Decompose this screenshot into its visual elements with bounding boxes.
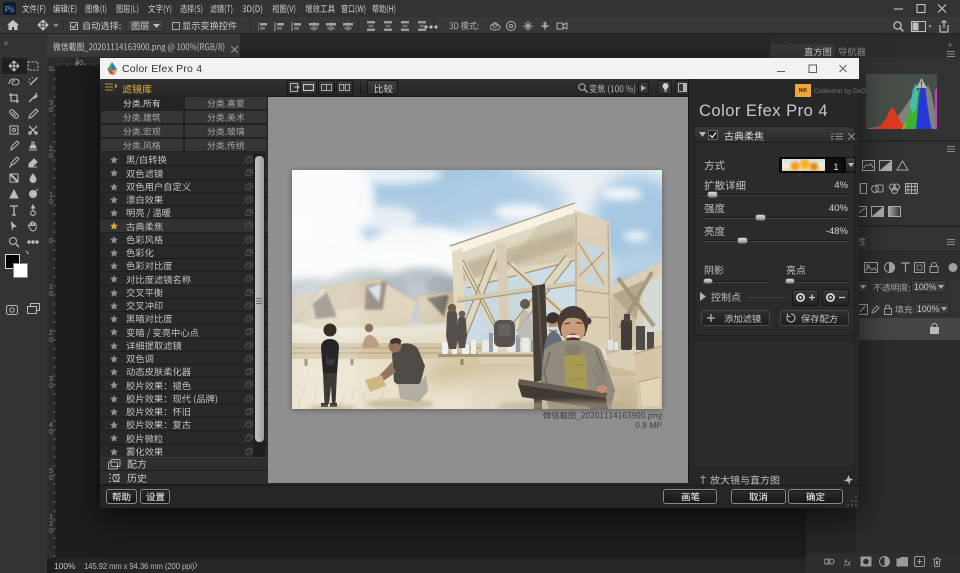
svg-text:Ps: Ps bbox=[5, 5, 14, 14]
